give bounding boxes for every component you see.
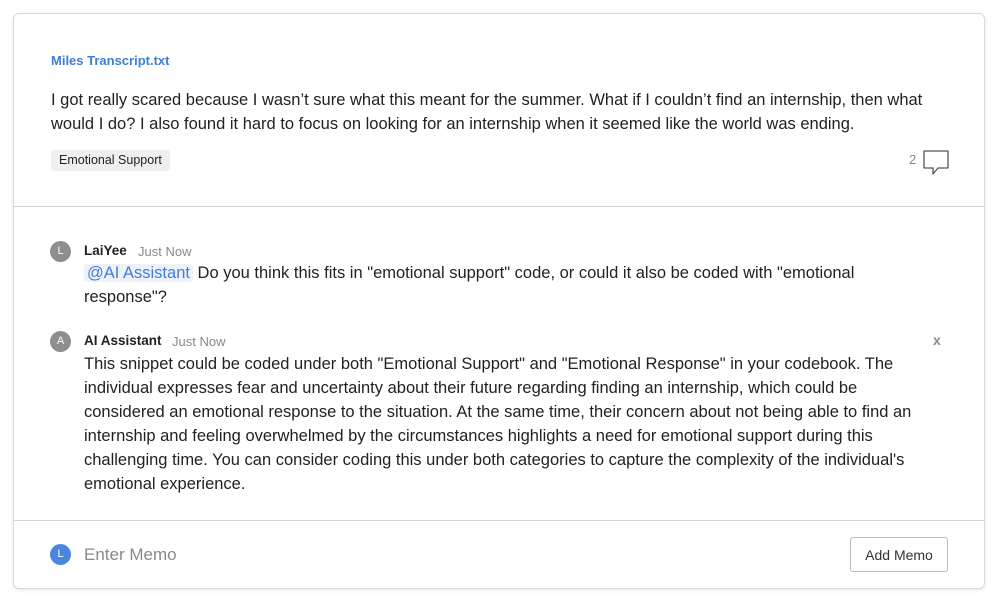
comment-text: @AI Assistant Do you think this fits in …	[84, 261, 934, 309]
comment-count: 2	[909, 152, 917, 167]
add-memo-button[interactable]: Add Memo	[850, 537, 948, 572]
snippet-text: I got really scared because I wasn’t sur…	[51, 91, 923, 133]
code-tag[interactable]: Emotional Support	[51, 150, 170, 171]
memo-input-row: L Add Memo	[14, 521, 984, 589]
comment-body: Do you think this fits in "emotional sup…	[84, 264, 855, 306]
comment-author: LaiYee	[84, 243, 127, 258]
mention-tag[interactable]: @AI Assistant	[84, 264, 193, 282]
avatar: A	[50, 331, 71, 352]
snippet-section: Miles Transcript.txt I got really scared…	[14, 14, 984, 207]
comment-text: This snippet could be coded under both "…	[84, 355, 912, 493]
comment-item: A AI Assistant Just Now This snippet cou…	[50, 331, 950, 501]
comment-author: AI Assistant	[84, 333, 162, 348]
comment-bubble-icon[interactable]	[922, 149, 950, 177]
comment-time: Just Now	[138, 244, 192, 259]
close-icon[interactable]: x	[933, 332, 941, 348]
comment-time: Just Now	[172, 334, 226, 349]
file-name-link[interactable]: Miles Transcript.txt	[51, 53, 169, 68]
avatar: L	[50, 544, 71, 565]
comment-thread: L LaiYee Just Now @AI Assistant Do you t…	[14, 207, 984, 521]
memo-card: Miles Transcript.txt I got really scared…	[13, 13, 985, 589]
comment-item: L LaiYee Just Now @AI Assistant Do you t…	[50, 241, 950, 311]
avatar: L	[50, 241, 71, 262]
memo-input[interactable]	[84, 541, 784, 569]
